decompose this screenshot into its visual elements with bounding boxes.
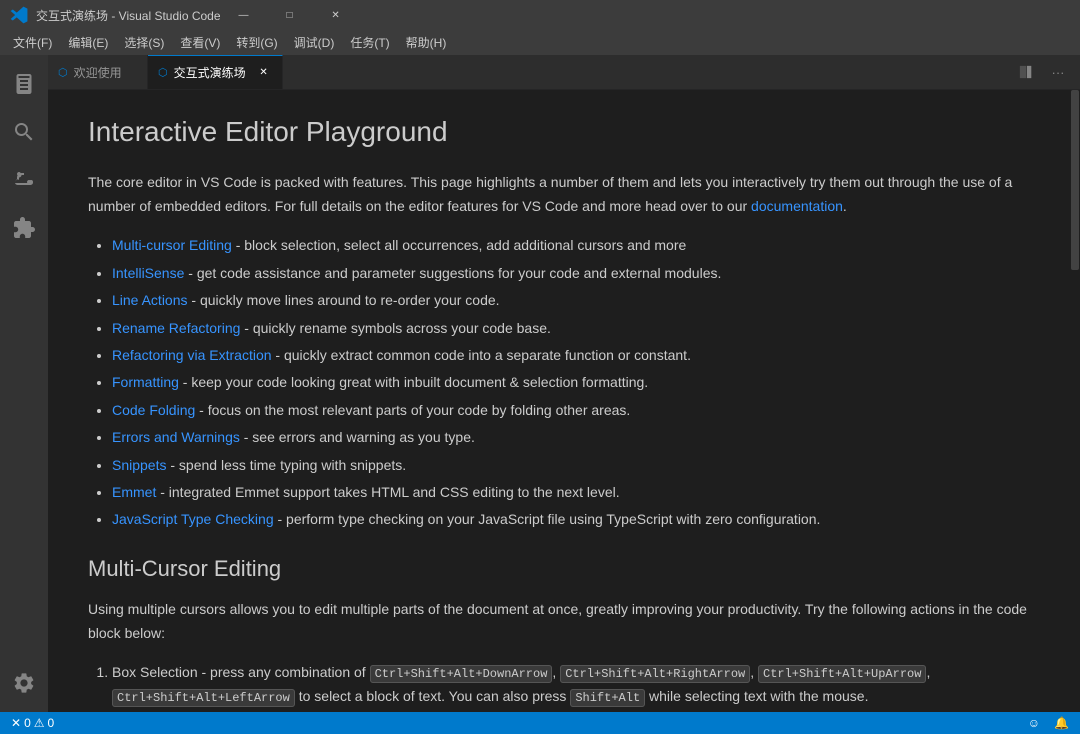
menu-view[interactable]: 查看(V) — [172, 30, 228, 55]
smiley-button[interactable]: ☺ — [1025, 716, 1043, 730]
list-item: Snippets - spend less time typing with s… — [112, 454, 1030, 476]
warning-icon: ⚠ — [34, 716, 45, 730]
menu-bar: 文件(F) 编辑(E) 选择(S) 查看(V) 转到(G) 调试(D) 任务(T… — [0, 30, 1080, 55]
editor-scrollbar[interactable] — [1070, 90, 1080, 712]
notification-bell[interactable]: 🔔 — [1051, 716, 1072, 730]
errors-warnings-link[interactable]: Errors and Warnings — [112, 429, 240, 445]
tab-welcome[interactable]: ⬡ 欢迎使用 — [48, 55, 148, 89]
smiley-icon: ☺ — [1028, 716, 1040, 730]
list-item: Multi-cursor Editing - block selection, … — [112, 234, 1030, 256]
line-actions-link[interactable]: Line Actions — [112, 292, 188, 308]
minimize-button[interactable]: — — [221, 0, 267, 30]
multi-cursor-link[interactable]: Multi-cursor Editing — [112, 237, 232, 253]
step-1: Box Selection - press any combination of… — [112, 661, 1030, 709]
split-editor-button[interactable] — [1012, 58, 1040, 86]
activity-bar — [0, 55, 48, 712]
editor-content[interactable]: Interactive Editor Playground The core e… — [48, 90, 1070, 712]
vscode-logo — [10, 6, 28, 24]
list-item: Formatting - keep your code looking grea… — [112, 371, 1030, 393]
maximize-button[interactable]: □ — [267, 0, 313, 30]
activity-explorer[interactable] — [0, 60, 48, 108]
scrollbar-thumb[interactable] — [1071, 90, 1079, 270]
menu-debug[interactable]: 调试(D) — [286, 30, 343, 55]
bell-icon: 🔔 — [1054, 716, 1069, 730]
rename-refactoring-link[interactable]: Rename Refactoring — [112, 320, 240, 336]
list-item: Emmet - integrated Emmet support takes H… — [112, 481, 1030, 503]
tab-playground-label: 交互式演练场 — [174, 64, 246, 81]
list-item: Refactoring via Extraction - quickly ext… — [112, 344, 1030, 366]
feature-list: Multi-cursor Editing - block selection, … — [88, 234, 1030, 530]
warning-number: 0 — [48, 716, 55, 730]
status-bar: ✕ 0 ⚠ 0 ☺ 🔔 — [0, 712, 1080, 734]
emmet-link[interactable]: Emmet — [112, 484, 156, 500]
list-item: Errors and Warnings - see errors and war… — [112, 426, 1030, 448]
multi-cursor-desc: Using multiple cursors allows you to edi… — [88, 598, 1030, 646]
list-item: JavaScript Type Checking - perform type … — [112, 508, 1030, 530]
menu-edit[interactable]: 编辑(E) — [60, 30, 116, 55]
error-icon: ✕ — [11, 716, 21, 730]
tab-close-button[interactable]: ✕ — [256, 65, 272, 81]
title-bar: 交互式演练场 - Visual Studio Code — □ ✕ — [0, 0, 1080, 30]
activity-settings[interactable] — [0, 659, 48, 707]
tab-bar: ⬡ 欢迎使用 ⬡ 交互式演练场 ✕ ··· — [48, 55, 1080, 90]
error-number: 0 — [24, 716, 31, 730]
status-right: ☺ 🔔 — [1025, 716, 1072, 730]
tab-playground[interactable]: ⬡ 交互式演练场 ✕ — [148, 55, 283, 89]
tab-welcome-icon: ⬡ — [58, 66, 68, 79]
menu-file[interactable]: 文件(F) — [5, 30, 60, 55]
window-controls: — □ ✕ — [221, 0, 359, 30]
page-title: Interactive Editor Playground — [88, 110, 1030, 155]
menu-select[interactable]: 选择(S) — [116, 30, 172, 55]
snippets-link[interactable]: Snippets — [112, 457, 166, 473]
activity-extensions[interactable] — [0, 204, 48, 252]
error-count[interactable]: ✕ 0 ⚠ 0 — [8, 716, 57, 730]
multi-cursor-section-title: Multi-Cursor Editing — [88, 551, 1030, 586]
close-button[interactable]: ✕ — [313, 0, 359, 30]
refactoring-link[interactable]: Refactoring via Extraction — [112, 347, 272, 363]
status-left: ✕ 0 ⚠ 0 — [8, 716, 57, 730]
menu-goto[interactable]: 转到(G) — [228, 30, 285, 55]
tab-actions: ··· — [1012, 55, 1080, 89]
tab-welcome-label: 欢迎使用 — [74, 64, 122, 81]
intro-paragraph: The core editor in VS Code is packed wit… — [88, 171, 1030, 219]
list-item: Code Folding - focus on the most relevan… — [112, 399, 1030, 421]
activity-source-control[interactable] — [0, 156, 48, 204]
type-checking-link[interactable]: JavaScript Type Checking — [112, 511, 274, 527]
menu-task[interactable]: 任务(T) — [342, 30, 397, 55]
formatting-link[interactable]: Formatting — [112, 374, 179, 390]
intellisense-link[interactable]: IntelliSense — [112, 265, 184, 281]
more-actions-button[interactable]: ··· — [1044, 58, 1072, 86]
code-folding-link[interactable]: Code Folding — [112, 402, 195, 418]
list-item: Rename Refactoring - quickly rename symb… — [112, 317, 1030, 339]
documentation-link[interactable]: documentation — [751, 198, 843, 214]
title-text: 交互式演练场 - Visual Studio Code — [36, 7, 221, 24]
steps-list: Box Selection - press any combination of… — [88, 661, 1030, 712]
editor-area: ⬡ 欢迎使用 ⬡ 交互式演练场 ✕ ··· Interactive Editor… — [48, 55, 1080, 712]
list-item: Line Actions - quickly move lines around… — [112, 289, 1030, 311]
menu-help[interactable]: 帮助(H) — [398, 30, 455, 55]
activity-search[interactable] — [0, 108, 48, 156]
tab-playground-icon: ⬡ — [158, 66, 168, 79]
list-item: IntelliSense - get code assistance and p… — [112, 262, 1030, 284]
